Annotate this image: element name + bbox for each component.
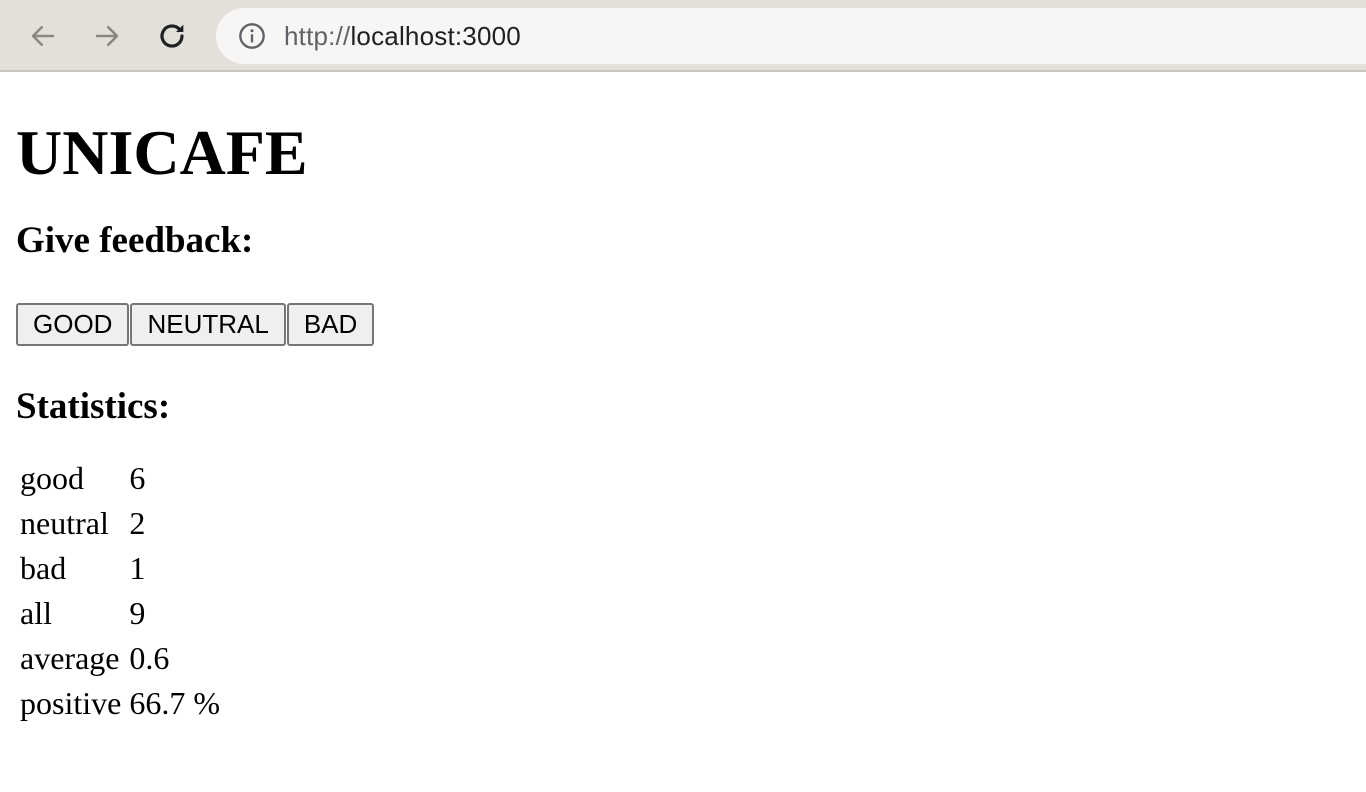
bad-button[interactable]: BAD <box>286 303 375 346</box>
statistic-label: bad <box>20 550 67 586</box>
statistic-label: neutral <box>20 505 109 541</box>
page-title: UNICAFE <box>16 117 308 188</box>
statistic-value: 0.6 <box>129 640 170 676</box>
statistic-label: positive <box>20 685 122 721</box>
arrow-left-icon <box>31 26 55 46</box>
neutral-button[interactable]: NEUTRAL <box>130 303 286 346</box>
statistics-row-good: good 6 <box>18 458 222 499</box>
back-button[interactable] <box>22 15 64 57</box>
url-scheme: http:// <box>284 20 351 51</box>
address-bar[interactable]: http://localhost:3000 <box>216 8 1366 64</box>
reload-button[interactable] <box>151 15 193 57</box>
statistic-label: average <box>20 640 120 676</box>
statistics-row-bad: bad 1 <box>18 548 222 589</box>
page-content: UNICAFE Give feedback: GOOD NEUTRAL BAD … <box>16 74 1346 728</box>
statistic-value: 2 <box>129 505 146 541</box>
statistics-heading: Statistics: <box>16 386 171 427</box>
url-text[interactable]: http://localhost:3000 <box>284 21 521 52</box>
statistic-label: all <box>20 595 52 631</box>
feedback-buttons: GOOD NEUTRAL BAD <box>16 303 1346 346</box>
good-button[interactable]: GOOD <box>16 303 130 346</box>
statistic-value: 1 <box>129 550 146 586</box>
arrow-right-icon <box>95 26 119 46</box>
statistic-label: good <box>20 460 84 496</box>
statistic-value: 9 <box>129 595 146 631</box>
feedback-heading: Give feedback: <box>16 220 254 261</box>
statistics-table: good 6 neutral 2 bad 1 all 9 average 0.6… <box>14 454 226 728</box>
forward-button[interactable] <box>86 15 128 57</box>
statistics-row-positive: positive 66.7 % <box>18 683 222 724</box>
reload-icon <box>160 24 184 48</box>
statistic-value: 66.7 % <box>129 685 220 721</box>
browser-toolbar: http://localhost:3000 <box>0 0 1366 72</box>
statistics-row-average: average 0.6 <box>18 638 222 679</box>
statistic-value: 6 <box>129 460 146 496</box>
statistics-row-all: all 9 <box>18 593 222 634</box>
info-icon[interactable] <box>238 22 266 50</box>
url-host: localhost:3000 <box>350 20 521 51</box>
statistics-row-neutral: neutral 2 <box>18 503 222 544</box>
